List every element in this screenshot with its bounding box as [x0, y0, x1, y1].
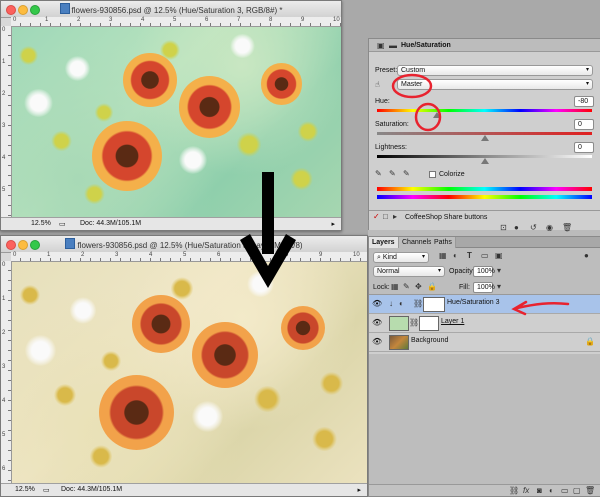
red-annotations [391, 73, 570, 316]
annotation-arrow-layer [511, 300, 570, 316]
annotation-circle-hue-thumb [414, 102, 442, 132]
annotation-circle-channel [391, 73, 433, 99]
